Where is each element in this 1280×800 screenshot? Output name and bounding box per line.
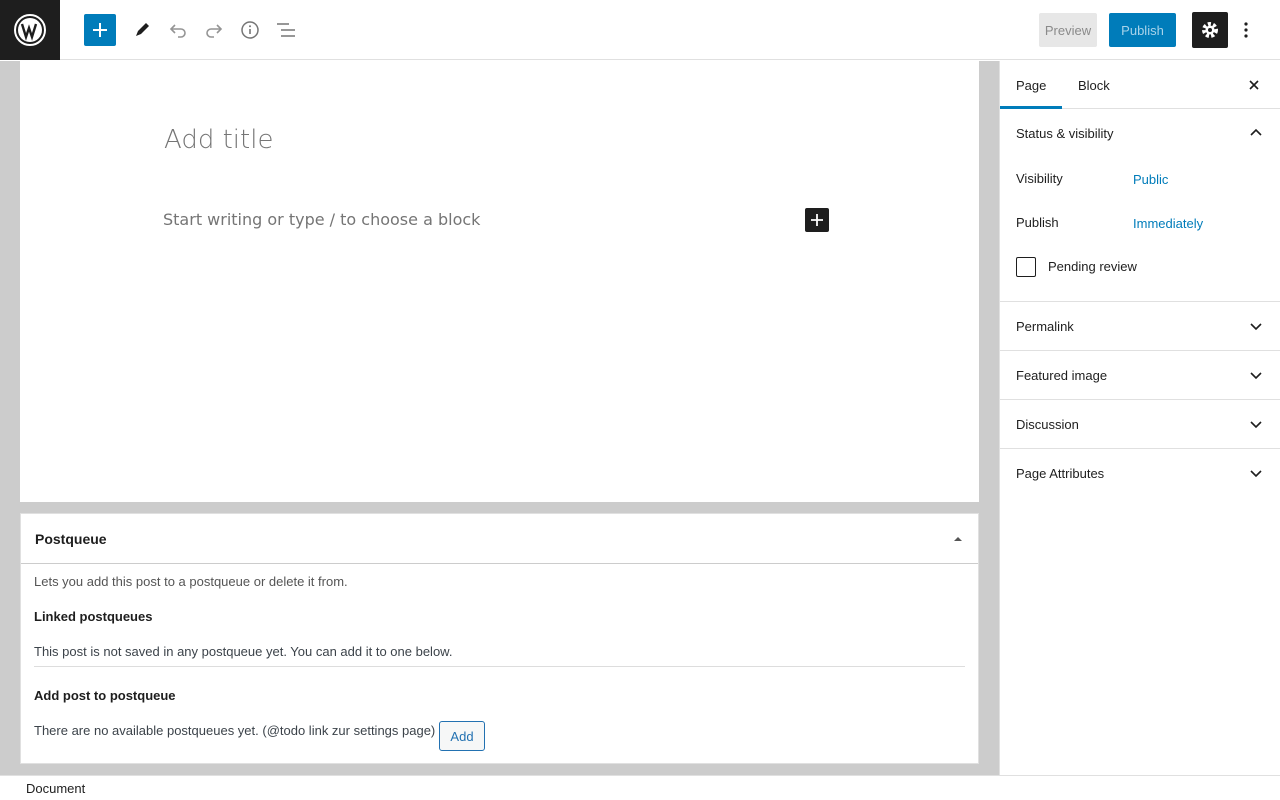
- no-postqueues-note: There are no available postqueues yet. (…: [34, 723, 436, 738]
- chevron-up-icon: [1250, 128, 1262, 136]
- metabox-description: Lets you add this post to a postqueue or…: [34, 574, 348, 589]
- pending-review-label[interactable]: Pending review: [1048, 259, 1137, 274]
- more-options-button[interactable]: [1232, 14, 1260, 46]
- metabox-header[interactable]: Postqueue: [21, 514, 978, 564]
- editor-footer: Document: [0, 775, 1280, 800]
- linked-postqueues-heading: Linked postqueues: [34, 609, 153, 624]
- redo-icon: [206, 24, 223, 38]
- panel-title: Permalink: [1016, 319, 1074, 334]
- list-view-icon: [277, 23, 295, 37]
- paragraph-placeholder[interactable]: Start writing or type / to choose a bloc…: [163, 210, 480, 229]
- panel-title: Page Attributes: [1016, 466, 1105, 481]
- undo-button[interactable]: [162, 14, 194, 46]
- linked-postqueues-note: This post is not saved in any postqueue …: [34, 644, 453, 659]
- panel-title: Featured image: [1016, 368, 1108, 383]
- plus-icon: [93, 23, 107, 37]
- sidebar-tabs: Page Block: [1000, 61, 1280, 109]
- visibility-toggle[interactable]: Public: [1133, 172, 1168, 187]
- plus-icon: [811, 214, 823, 226]
- wordpress-logo-icon[interactable]: [0, 0, 60, 60]
- chevron-down-icon: [1250, 323, 1262, 331]
- panel-title: Status & visibility: [1016, 126, 1114, 141]
- editor-header: Preview Publish: [0, 0, 1280, 60]
- more-vertical-icon: [1244, 22, 1248, 38]
- chevron-down-icon: [1250, 372, 1262, 380]
- inline-add-block-button[interactable]: [805, 208, 829, 232]
- editor-area: Add title Start writing or type / to cho…: [0, 61, 999, 775]
- publish-label: Publish: [1016, 215, 1059, 230]
- close-icon: [1249, 80, 1259, 90]
- metabox-title: Postqueue: [35, 531, 107, 547]
- pencil-icon: [136, 23, 149, 36]
- redo-button[interactable]: [198, 14, 230, 46]
- panel-title: Discussion: [1016, 417, 1079, 432]
- divider: [34, 666, 965, 667]
- add-block-button[interactable]: [84, 14, 116, 46]
- pending-review-checkbox[interactable]: [1016, 257, 1036, 277]
- editor-canvas: Add title Start writing or type / to cho…: [20, 61, 979, 502]
- gear-icon: [1202, 22, 1218, 38]
- settings-button[interactable]: [1192, 12, 1228, 48]
- collapse-arrow-icon[interactable]: [952, 533, 964, 545]
- list-view-button[interactable]: [270, 14, 302, 46]
- info-button[interactable]: [234, 14, 266, 46]
- undo-icon: [169, 24, 186, 38]
- publish-button[interactable]: Publish: [1109, 13, 1176, 47]
- close-sidebar-button[interactable]: [1244, 75, 1264, 95]
- add-postqueue-button[interactable]: Add: [439, 721, 485, 751]
- preview-button[interactable]: Preview: [1039, 13, 1097, 47]
- add-to-postqueue-heading: Add post to postqueue: [34, 688, 176, 703]
- status-visibility-toggle[interactable]: Status & visibility: [1000, 109, 1280, 157]
- breadcrumb-document[interactable]: Document: [26, 781, 85, 796]
- publish-date-toggle[interactable]: Immediately: [1133, 216, 1203, 231]
- featured-image-panel[interactable]: Featured image: [1000, 351, 1280, 400]
- discussion-panel[interactable]: Discussion: [1000, 400, 1280, 449]
- post-title-input[interactable]: Add title: [164, 125, 273, 155]
- page-attributes-panel[interactable]: Page Attributes: [1000, 449, 1280, 497]
- info-icon: [241, 21, 259, 39]
- postqueue-metabox: Postqueue Lets you add this post to a po…: [20, 513, 979, 764]
- settings-sidebar: Page Block Status & visibility Visibilit…: [999, 61, 1280, 775]
- tab-page[interactable]: Page: [1000, 61, 1062, 109]
- tab-block[interactable]: Block: [1062, 61, 1126, 109]
- status-visibility-panel: Status & visibility Visibility Public Pu…: [1000, 109, 1280, 302]
- chevron-down-icon: [1250, 470, 1262, 478]
- tools-button[interactable]: [126, 14, 158, 46]
- permalink-panel[interactable]: Permalink: [1000, 302, 1280, 351]
- visibility-label: Visibility: [1016, 171, 1063, 186]
- chevron-down-icon: [1250, 421, 1262, 429]
